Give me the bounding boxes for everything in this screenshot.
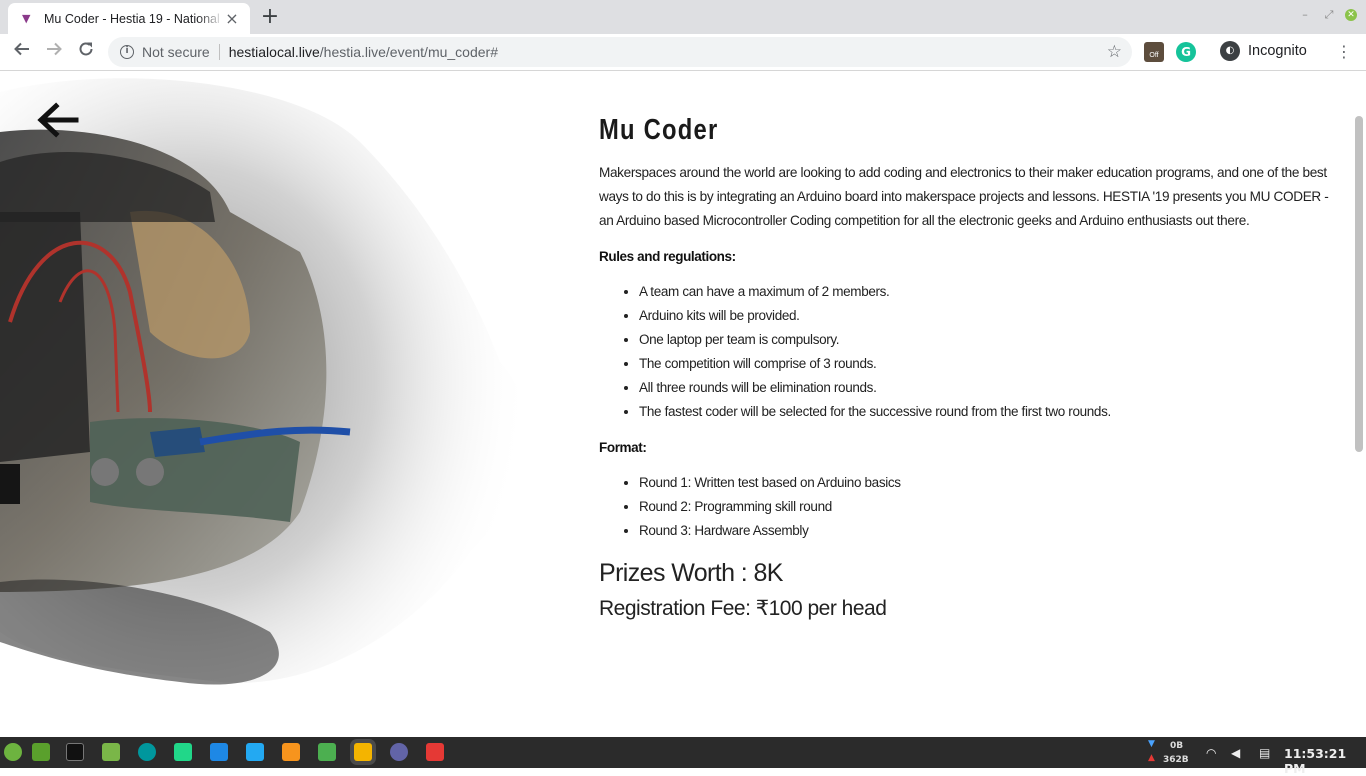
show-desktop-icon[interactable] bbox=[32, 743, 50, 761]
browser-toolbar: i Not secure hestialocal.live /hestia.li… bbox=[0, 34, 1366, 71]
list-item: Round 2: Programming skill round bbox=[639, 495, 1339, 519]
event-details: Mu Coder Makerspaces around the world ar… bbox=[599, 114, 1339, 621]
net-up-icon: ▲ bbox=[1148, 753, 1155, 763]
browser-menu-icon[interactable]: ⋮ bbox=[1336, 42, 1352, 61]
tab-title: Mu Coder - Hestia 19 - National bbox=[44, 11, 220, 26]
format-heading: Format: bbox=[599, 440, 647, 455]
prizes-text: Prizes Worth : 8K bbox=[599, 559, 783, 587]
android-studio-icon[interactable] bbox=[318, 743, 336, 761]
list-item: All three rounds will be elimination rou… bbox=[639, 376, 1339, 400]
tab-close-icon[interactable]: × bbox=[224, 10, 240, 27]
list-item: Round 1: Written test based on Arduino b… bbox=[639, 471, 1339, 495]
grammarly-extension-icon[interactable]: G bbox=[1176, 42, 1196, 62]
page-title: Mu Coder bbox=[599, 114, 719, 146]
clion-icon[interactable] bbox=[174, 743, 192, 761]
url-path: /hestia.live/event/mu_coder# bbox=[319, 44, 498, 60]
scrollbar-thumb[interactable] bbox=[1355, 116, 1363, 452]
list-item: One laptop per team is compulsory. bbox=[639, 328, 1339, 352]
site-info-icon[interactable]: i bbox=[120, 45, 134, 59]
clipboard-icon[interactable]: ▤ bbox=[1259, 746, 1270, 760]
net-down-icon: ▼ bbox=[1148, 739, 1155, 749]
webstorm-icon[interactable] bbox=[210, 743, 228, 761]
extension-off-icon[interactable]: Off bbox=[1144, 42, 1164, 62]
incognito-indicator[interactable]: ◐ Incognito bbox=[1220, 41, 1307, 61]
list-item: Arduino kits will be provided. bbox=[639, 304, 1339, 328]
format-list: Round 1: Written test based on Arduino b… bbox=[639, 471, 1339, 543]
new-tab-button[interactable]: + bbox=[258, 6, 282, 30]
back-arrow-icon[interactable] bbox=[36, 100, 80, 140]
back-icon[interactable] bbox=[10, 40, 34, 64]
clock[interactable]: 11:53:21 PM bbox=[1284, 746, 1366, 776]
net-down-text: 0B bbox=[1170, 741, 1184, 751]
registration-fee-text: Registration Fee: ₹100 per head bbox=[599, 597, 887, 620]
net-up-text: 362B bbox=[1163, 755, 1189, 765]
list-item: The fastest coder will be selected for t… bbox=[639, 400, 1339, 424]
security-label: Not secure bbox=[142, 44, 210, 60]
address-bar[interactable]: i Not secure hestialocal.live /hestia.li… bbox=[108, 37, 1132, 67]
omnibox-divider bbox=[218, 44, 220, 60]
reload-icon[interactable] bbox=[74, 40, 98, 64]
browser-tab[interactable]: ▼ Mu Coder - Hestia 19 - National × bbox=[8, 3, 250, 34]
files-icon[interactable] bbox=[102, 743, 120, 761]
rules-list: A team can have a maximum of 2 members. … bbox=[639, 280, 1339, 424]
maximize-window-icon[interactable]: ⤢ bbox=[1323, 9, 1335, 21]
app-icon[interactable] bbox=[426, 743, 444, 761]
page-scrollbar[interactable] bbox=[1354, 114, 1364, 696]
event-description: Makerspaces around the world are looking… bbox=[599, 165, 1329, 228]
browser-tab-strip: ▼ Mu Coder - Hestia 19 - National × + – … bbox=[0, 0, 1366, 34]
vscode-icon[interactable] bbox=[246, 743, 264, 761]
forward-icon[interactable] bbox=[42, 40, 66, 64]
arduino-icon[interactable] bbox=[138, 743, 156, 761]
mint-menu-icon[interactable] bbox=[4, 743, 22, 761]
teams-icon[interactable] bbox=[390, 743, 408, 761]
close-window-icon[interactable]: ✕ bbox=[1345, 9, 1357, 21]
incognito-label: Incognito bbox=[1248, 43, 1307, 59]
os-taskbar: ▼ 0B ▲ 362B ◠ ◀ ▤ 11:53:21 PM bbox=[0, 737, 1366, 776]
list-item: The competition will comprise of 3 round… bbox=[639, 352, 1339, 376]
minimize-window-icon[interactable]: – bbox=[1299, 9, 1311, 21]
incognito-icon: ◐ bbox=[1220, 41, 1240, 61]
chrome-taskbar-icon[interactable] bbox=[354, 743, 372, 761]
site-favicon-icon: ▼ bbox=[22, 11, 31, 25]
sublime-icon[interactable] bbox=[282, 743, 300, 761]
volume-icon[interactable]: ◀ bbox=[1231, 746, 1240, 760]
event-hero-image bbox=[0, 78, 531, 685]
list-item: A team can have a maximum of 2 members. bbox=[639, 280, 1339, 304]
wifi-icon[interactable]: ◠ bbox=[1206, 746, 1216, 760]
rules-heading: Rules and regulations: bbox=[599, 249, 736, 264]
url-host: hestialocal.live bbox=[228, 44, 320, 60]
list-item: Round 3: Hardware Assembly bbox=[639, 519, 1339, 543]
terminal-icon[interactable] bbox=[66, 743, 84, 761]
page-viewport: Mu Coder Makerspaces around the world ar… bbox=[0, 72, 1366, 737]
bookmark-star-icon[interactable]: ☆ bbox=[1107, 42, 1122, 62]
